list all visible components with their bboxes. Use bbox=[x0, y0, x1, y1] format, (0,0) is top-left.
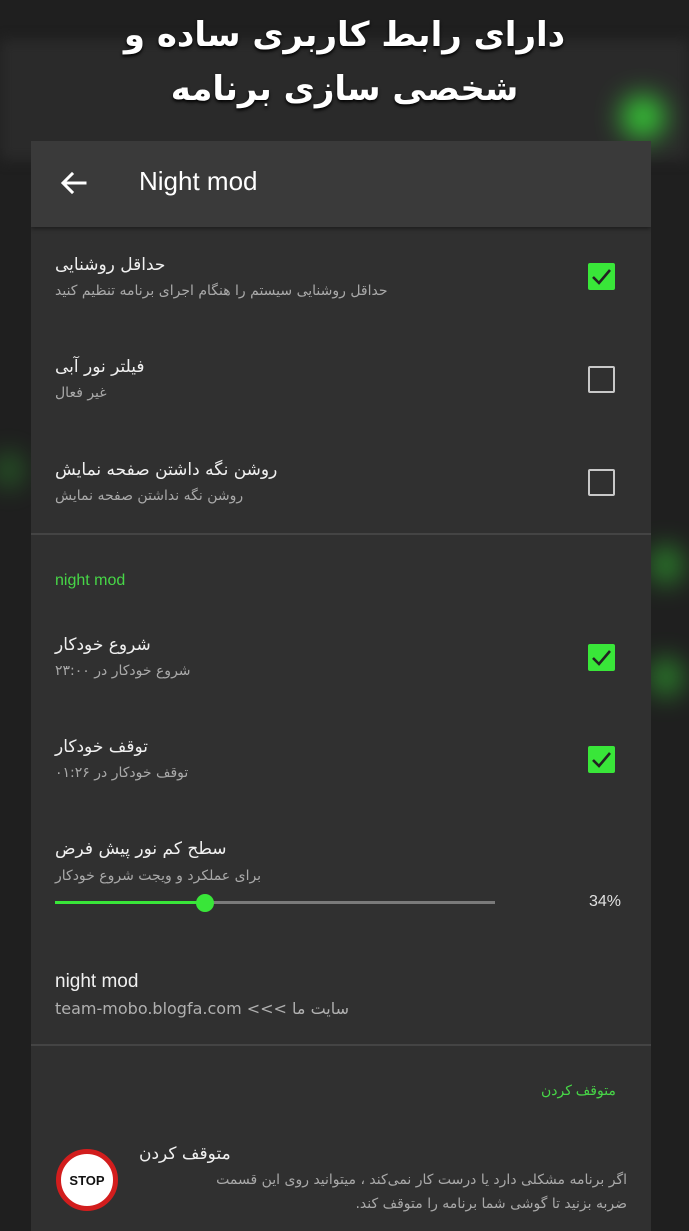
setting-subtitle: شروع خودکار در ۲۳:۰۰ bbox=[55, 663, 191, 679]
setting-title: روشن نگه داشتن صفحه نمایش bbox=[55, 460, 278, 480]
divider bbox=[31, 1044, 651, 1046]
site-title: night mod bbox=[55, 971, 139, 992]
stop-description-line-2: ضربه بزنید تا گوشی شما برنامه را متوقف ک… bbox=[355, 1196, 627, 1212]
promo-heading: دارای رابط کاربری ساده و شخصی سازی برنام… bbox=[0, 8, 689, 116]
check-icon bbox=[592, 650, 611, 666]
background-glow bbox=[652, 660, 680, 694]
stop-sign-icon: STOP bbox=[56, 1149, 118, 1211]
setting-default-dim-level: سطح کم نور پیش فرض برای عملکرد و ویجت شر… bbox=[31, 825, 651, 885]
site-link[interactable]: night mod team-mobo.blogfa.com <<< سایت … bbox=[31, 959, 651, 1029]
setting-subtitle: توقف خودکار در ۰۱:۲۶ bbox=[55, 765, 189, 781]
stop-description-line-1: اگر برنامه مشکلی دارد یا درست کار نمی‌کن… bbox=[216, 1172, 627, 1188]
setting-blue-light-filter[interactable]: فیلتر نور آبی غیر فعال bbox=[31, 341, 651, 437]
promo-line-1: دارای رابط کاربری ساده و bbox=[123, 15, 566, 55]
section-header-night-mod: night mod bbox=[55, 572, 126, 589]
setting-subtitle: برای عملکرد و ویجت شروع خودکار bbox=[55, 868, 262, 884]
check-icon bbox=[592, 269, 611, 285]
setting-title: حداقل روشنایی bbox=[55, 255, 166, 275]
slider-fill bbox=[55, 901, 205, 904]
background-glow bbox=[0, 455, 18, 485]
checkbox-checked[interactable] bbox=[588, 263, 615, 290]
checkbox-unchecked[interactable] bbox=[588, 469, 615, 496]
setting-title: فیلتر نور آبی bbox=[55, 357, 145, 377]
slider-thumb[interactable] bbox=[195, 894, 214, 912]
setting-subtitle: روشن نگه نداشتن صفحه نمایش bbox=[55, 488, 244, 504]
check-icon bbox=[592, 752, 611, 768]
section-header-stop: متوقف کردن bbox=[541, 1082, 616, 1098]
slider-value: 34% bbox=[589, 893, 622, 910]
stop-title: متوقف کردن bbox=[139, 1144, 231, 1164]
checkbox-checked[interactable] bbox=[588, 746, 615, 773]
setting-keep-screen-on[interactable]: روشن نگه داشتن صفحه نمایش روشن نگه نداشت… bbox=[31, 444, 651, 540]
settings-panel: Night mod حداقل روشنایی حداقل روشنایی سی… bbox=[31, 141, 651, 1231]
divider bbox=[31, 533, 651, 535]
toolbar: Night mod bbox=[31, 141, 651, 227]
stop-app-row[interactable]: متوقف کردن اگر برنامه مشکلی دارد یا درست… bbox=[31, 1136, 651, 1231]
dim-level-slider[interactable] bbox=[55, 894, 495, 912]
setting-min-brightness[interactable]: حداقل روشنایی حداقل روشنایی سیستم را هنگ… bbox=[31, 239, 651, 335]
setting-title: شروع خودکار bbox=[55, 635, 151, 655]
toolbar-title: Night mod bbox=[139, 166, 258, 196]
background-glow bbox=[652, 548, 680, 582]
setting-auto-start[interactable]: شروع خودکار شروع خودکار در ۲۳:۰۰ bbox=[31, 619, 651, 715]
stop-badge-label: STOP bbox=[69, 1172, 105, 1188]
setting-auto-stop[interactable]: توقف خودکار توقف خودکار در ۰۱:۲۶ bbox=[31, 721, 651, 817]
promo-line-2: شخصی سازی برنامه bbox=[170, 69, 519, 109]
checkbox-checked[interactable] bbox=[588, 644, 615, 671]
checkbox-unchecked[interactable] bbox=[588, 366, 615, 393]
arrow-left-icon[interactable] bbox=[59, 168, 89, 198]
site-url: team-mobo.blogfa.com <<< سایت ما bbox=[55, 999, 350, 1018]
setting-subtitle: حداقل روشنایی سیستم را هنگام اجرای برنام… bbox=[55, 283, 388, 299]
setting-subtitle: غیر فعال bbox=[55, 385, 107, 401]
setting-title: سطح کم نور پیش فرض bbox=[55, 839, 227, 859]
setting-title: توقف خودکار bbox=[55, 737, 148, 757]
